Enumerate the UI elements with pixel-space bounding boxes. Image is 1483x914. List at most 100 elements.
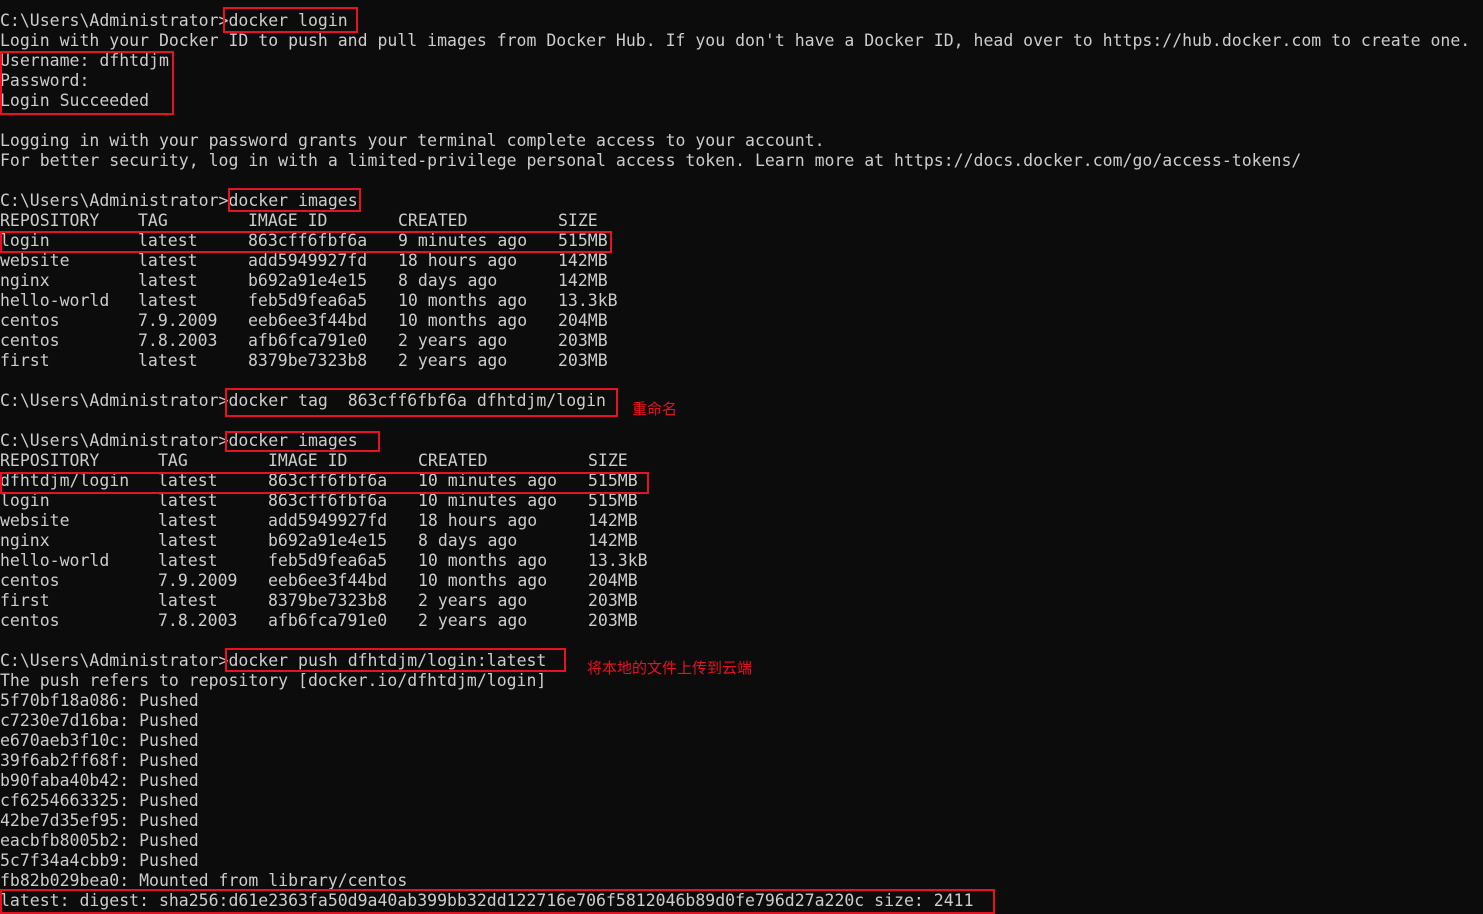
prompt: C:\Users\Administrator> — [0, 651, 229, 670]
table-row: login latest 863cff6fbf6a 10 minutes ago 515… — [0, 491, 1483, 511]
table-cell: 204MB — [558, 311, 608, 330]
table-cell: 2 years ago — [418, 591, 528, 610]
table-cell: centos — [0, 611, 60, 630]
table-cell: website — [0, 251, 70, 270]
table-cell: 10 minutes ago — [418, 491, 558, 510]
table-cell: hello-world — [0, 551, 110, 570]
table-cell: nginx — [0, 271, 50, 290]
command-line: C:\Users\Administrator>docker images — [0, 191, 1483, 211]
table-cell: 10 months ago — [418, 551, 548, 570]
table-cell: add5949927fd — [268, 511, 388, 530]
prompt: C:\Users\Administrator> — [0, 391, 229, 410]
table-cell: b692a91e4e15 — [268, 531, 388, 550]
table-row: website latest add5949927fd 18 hours ago 142… — [0, 251, 1483, 271]
table-cell: latest — [138, 251, 198, 270]
table-header: REPOSITORY TAG IMAGE ID CREATED SIZE — [0, 211, 1483, 231]
output-line: Logging in with your password grants you… — [0, 131, 825, 150]
table-cell: centos — [0, 571, 60, 590]
table-cell: hello-world — [0, 291, 110, 310]
table-cell: nginx — [0, 531, 50, 550]
table-row: hello-world latest feb5d9fea6a5 10 months a… — [0, 551, 1483, 571]
table-cell: 2 years ago — [418, 611, 528, 630]
table-cell: 515MB — [558, 231, 608, 250]
table-cell: first — [0, 591, 50, 610]
table-cell: latest — [138, 351, 198, 370]
table-cell: eeb6ee3f44bd — [248, 311, 368, 330]
table-cell: 18 hours ago — [398, 251, 518, 270]
command-text: docker login — [228, 11, 348, 30]
table-cell: 8 days ago — [398, 271, 498, 290]
table-header: REPOSITORY TAG IMAGE ID CREATED SIZE — [0, 451, 1483, 471]
table-cell: REPOSITORY — [0, 211, 100, 230]
output-line: For better security, log in with a limit… — [0, 151, 1302, 170]
table-cell: afb6fca791e0 — [248, 331, 368, 350]
table-cell: b692a91e4e15 — [248, 271, 368, 290]
table-cell: 9 minutes ago — [398, 231, 528, 250]
table-cell: add5949927fd — [248, 251, 368, 270]
table-cell: latest — [158, 511, 218, 530]
table-cell: 203MB — [558, 351, 608, 370]
table-cell: latest — [158, 591, 218, 610]
terminal-output[interactable]: C:\Users\Administrator>docker login Login… — [0, 11, 1483, 911]
output-line: Login Succeeded — [0, 91, 150, 110]
table-cell: TAG — [138, 211, 168, 230]
table-cell: latest — [138, 271, 198, 290]
table-cell: 7.8.2003 — [158, 611, 238, 630]
table-row: centos 7.9.2009 eeb6ee3f44bd 10 months ago 2… — [0, 311, 1483, 331]
table-cell: 8379be7323b8 — [248, 351, 368, 370]
table-cell: dfhtdjm/login — [0, 471, 130, 490]
prompt: C:\Users\Administrator> — [0, 431, 229, 450]
table-cell: eeb6ee3f44bd — [268, 571, 388, 590]
table-cell: afb6fca791e0 — [268, 611, 388, 630]
output-line: 42be7d35ef95: Pushed — [0, 811, 199, 830]
command-text: docker push dfhtdjm/login:latest — [228, 651, 547, 670]
table-cell: TAG — [158, 451, 188, 470]
table-cell: login — [0, 231, 50, 250]
table-cell: 515MB — [588, 491, 638, 510]
table-cell: 18 hours ago — [418, 511, 538, 530]
output-line: b90faba40b42: Pushed — [0, 771, 199, 790]
table-cell: SIZE — [588, 451, 628, 470]
table-cell: feb5d9fea6a5 — [268, 551, 388, 570]
table-row: website latest add5949927fd 18 hours ago 142… — [0, 511, 1483, 531]
output-line: 39f6ab2ff68f: Pushed — [0, 751, 199, 770]
output-line: eacbfb8005b2: Pushed — [0, 831, 199, 850]
table-cell: REPOSITORY — [0, 451, 100, 470]
table-cell: latest — [158, 471, 218, 490]
table-cell: 142MB — [558, 251, 608, 270]
table-row: first latest 8379be7323b8 2 years ago 203MB — [0, 351, 1483, 371]
command-line: C:\Users\Administrator>docker login — [0, 11, 1483, 31]
table-cell: 7.9.2009 — [138, 311, 218, 330]
table-row: nginx latest b692a91e4e15 8 days ago 142MB — [0, 271, 1483, 291]
table-cell: IMAGE ID — [248, 211, 328, 230]
table-cell: feb5d9fea6a5 — [248, 291, 368, 310]
table-cell: latest — [138, 231, 198, 250]
table-cell: latest — [158, 531, 218, 550]
output-line: 5c7f34a4cbb9: Pushed — [0, 851, 199, 870]
table-cell: latest — [138, 291, 198, 310]
table-cell: CREATED — [398, 211, 468, 230]
output-line: Password: — [0, 71, 90, 90]
table-cell: CREATED — [418, 451, 488, 470]
table-cell: 203MB — [588, 611, 638, 630]
table-cell: 203MB — [558, 331, 608, 350]
table-cell: website — [0, 511, 70, 530]
prompt: C:\Users\Administrator> — [0, 11, 229, 30]
table-cell: 8 days ago — [418, 531, 518, 550]
table-cell: centos — [0, 331, 60, 350]
table-cell: 10 months ago — [398, 311, 528, 330]
command-line: C:\Users\Administrator>docker tag 863cff… — [0, 391, 1483, 411]
output-line: c7230e7d16ba: Pushed — [0, 711, 199, 730]
output-line: 5f70bf18a086: Pushed — [0, 691, 199, 710]
table-cell: 7.8.2003 — [138, 331, 218, 350]
table-row: dfhtdjm/login latest 863cff6fbf6a 10 minute… — [0, 471, 1483, 491]
table-cell: 142MB — [588, 531, 638, 550]
table-cell: latest — [158, 491, 218, 510]
output-line: fb82b029bea0: Mounted from library/cento… — [0, 871, 408, 890]
table-cell: 863cff6fbf6a — [248, 231, 368, 250]
